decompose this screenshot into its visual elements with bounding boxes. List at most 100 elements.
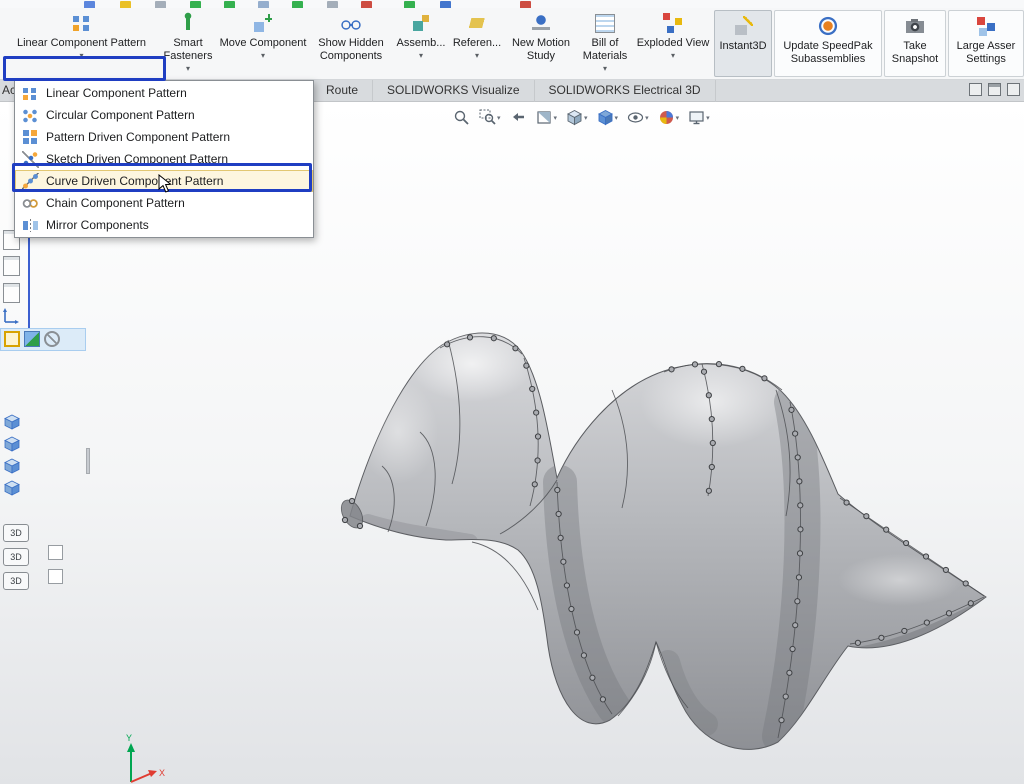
assembly-features-icon (410, 12, 432, 34)
3d-view-badge[interactable]: 3D (3, 572, 29, 590)
menu-item-curve-driven-component-pattern[interactable]: Curve Driven Component Pattern (15, 170, 313, 192)
view-checkbox[interactable] (48, 545, 63, 560)
panel-tab-icon[interactable] (3, 256, 20, 276)
dropdown-arrow-icon[interactable]: ▾ (671, 51, 675, 60)
clipped-toolbar-icon (120, 1, 131, 8)
menu-item-circular-component-pattern[interactable]: Circular Component Pattern (15, 104, 313, 126)
toolbar-button-linear-component-pattern[interactable]: Linear Component Pattern ▾ (4, 8, 159, 79)
clipped-toolbar-icon (224, 1, 235, 8)
dropdown-arrow-icon[interactable]: ▾ (79, 51, 83, 60)
component-cube-icon[interactable] (3, 479, 21, 497)
update-speedpak-icon (817, 15, 839, 37)
show-hidden-components-icon (340, 12, 362, 34)
toolbar-button-smart-fasteners[interactable]: Smart Fasteners ▾ (159, 8, 217, 79)
clipped-toolbar-icon (84, 1, 95, 8)
menu-item-mirror-components[interactable]: Mirror Components (15, 214, 313, 236)
linear-pattern-icon (22, 85, 39, 102)
display-style-icon[interactable]: ▾ (596, 108, 620, 127)
clipped-toolbar-icon (361, 1, 372, 8)
clipped-toolbar-icon (520, 1, 531, 8)
toolbar-button-bill-of-materials[interactable]: Bill of Materials ▾ (577, 8, 633, 79)
mirror-components-icon (22, 217, 39, 234)
clipped-toolbar-icon (155, 1, 166, 8)
reference-geometry-icon (466, 12, 488, 34)
svg-text:X: X (159, 768, 165, 778)
clipped-toolbar-icon (190, 1, 201, 8)
sketch-cube-icon[interactable] (4, 331, 20, 347)
tab-strip: Route SOLIDWORKS Visualize SOLIDWORKS El… (312, 80, 716, 102)
smart-fasteners-icon (177, 12, 199, 34)
view-settings-icon[interactable]: ▾ (687, 108, 711, 127)
command-manager-toolbar: Linear Component Pattern ▾ Smart Fastene… (0, 8, 1024, 80)
tab-solidworks-visualize[interactable]: SOLIDWORKS Visualize (373, 80, 535, 102)
pane-expand-icon[interactable] (1007, 83, 1020, 96)
toolbar-button-new-motion-study[interactable]: New Motion Study (505, 8, 577, 79)
filter-off-icon[interactable] (44, 331, 60, 347)
linear-component-pattern-icon (71, 12, 93, 34)
component-cube-icon[interactable] (3, 413, 21, 431)
component-icon-column (3, 413, 21, 497)
selection-mini-toolbar (0, 328, 86, 351)
view-checkbox[interactable] (48, 569, 63, 584)
tab-route[interactable]: Route (312, 80, 373, 102)
clipped-toolbar-icon (292, 1, 303, 8)
toolbar-button-large-assembly-settings[interactable]: Large Asser Settings (948, 10, 1024, 77)
solidworks-window: Linear Component Pattern ▾ Smart Fastene… (0, 0, 1024, 784)
view-orientation-icon[interactable]: ▾ (565, 108, 589, 127)
toolbar-button-instant3d[interactable]: Instant3D (714, 10, 772, 77)
pane-toggle-icon[interactable] (969, 83, 982, 96)
edit-appearance-icon[interactable]: ▾ (657, 108, 681, 127)
component-cube-icon[interactable] (3, 457, 21, 475)
menu-item-chain-component-pattern[interactable]: Chain Component Pattern (15, 192, 313, 214)
panel-tab-icon[interactable] (3, 283, 20, 303)
curve-driven-icon (22, 173, 39, 190)
exploded-view-icon (662, 12, 684, 34)
tab-solidworks-electrical-3d[interactable]: SOLIDWORKS Electrical 3D (535, 80, 716, 102)
dropdown-arrow-icon[interactable]: ▾ (186, 64, 190, 73)
component-cube-icon[interactable] (3, 435, 21, 453)
reference-triad-icon[interactable] (2, 307, 20, 325)
assembly-cube-icon[interactable] (24, 331, 40, 347)
clipped-toolbar-icon (440, 1, 451, 8)
zoom-to-fit-icon[interactable] (452, 108, 471, 127)
dropdown-arrow-icon[interactable]: ▾ (475, 51, 479, 60)
dropdown-arrow-icon[interactable]: ▾ (419, 51, 423, 60)
section-view-icon[interactable]: ▾ (535, 108, 559, 127)
circular-pattern-icon (22, 107, 39, 124)
pane-layout-icon[interactable] (988, 83, 1001, 96)
pattern-driven-icon (22, 129, 39, 146)
toolbar-button-assembly-features[interactable]: Assemb... ▾ (393, 8, 449, 79)
3d-view-badge[interactable]: 3D (3, 548, 29, 566)
dropdown-arrow-icon[interactable]: ▾ (261, 51, 265, 60)
previous-view-icon[interactable] (509, 108, 528, 127)
clipped-toolbar-icon (327, 1, 338, 8)
toolbar-button-exploded-view[interactable]: Exploded View ▾ (633, 8, 713, 79)
toolbar-button-update-speedpak[interactable]: Update SpeedPak Subassemblies (774, 10, 882, 77)
large-assembly-settings-icon (975, 15, 997, 37)
sketch-driven-icon (22, 151, 39, 168)
chain-pattern-icon (22, 195, 39, 212)
clipped-toolbar-icon (404, 1, 415, 8)
component-pattern-flyout-menu: Linear Component Pattern Circular Compon… (14, 80, 314, 238)
toolbar-button-move-component[interactable]: Move Component ▾ (217, 8, 309, 79)
heads-up-view-toolbar: ▾ ▾ ▾ ▾ ▾ ▾ (452, 108, 711, 127)
move-component-icon (252, 12, 274, 34)
pane-controls (969, 83, 1020, 96)
bill-of-materials-icon (595, 14, 615, 33)
new-motion-study-icon (530, 12, 552, 34)
zoom-to-area-icon[interactable]: ▾ (478, 108, 502, 127)
3d-view-badge[interactable]: 3D (3, 524, 29, 542)
panel-splitter-handle[interactable] (86, 448, 90, 474)
menu-item-pattern-driven-component-pattern[interactable]: Pattern Driven Component Pattern (15, 126, 313, 148)
menu-item-linear-component-pattern[interactable]: Linear Component Pattern (15, 82, 313, 104)
toolbar-button-take-snapshot[interactable]: Take Snapshot (884, 10, 946, 77)
toolbar-button-reference-geometry[interactable]: Referen... ▾ (449, 8, 505, 79)
dropdown-arrow-icon[interactable]: ▾ (603, 64, 607, 73)
svg-text:Y: Y (126, 733, 132, 743)
toolbar-button-show-hidden-components[interactable]: Show Hidden Components (309, 8, 393, 79)
menu-item-sketch-driven-component-pattern[interactable]: Sketch Driven Component Pattern (15, 148, 313, 170)
orientation-triad: Y X (126, 733, 165, 782)
hide-show-items-icon[interactable]: ▾ (626, 108, 650, 127)
take-snapshot-icon (904, 15, 926, 37)
clipped-toolbar-icon (258, 1, 269, 8)
